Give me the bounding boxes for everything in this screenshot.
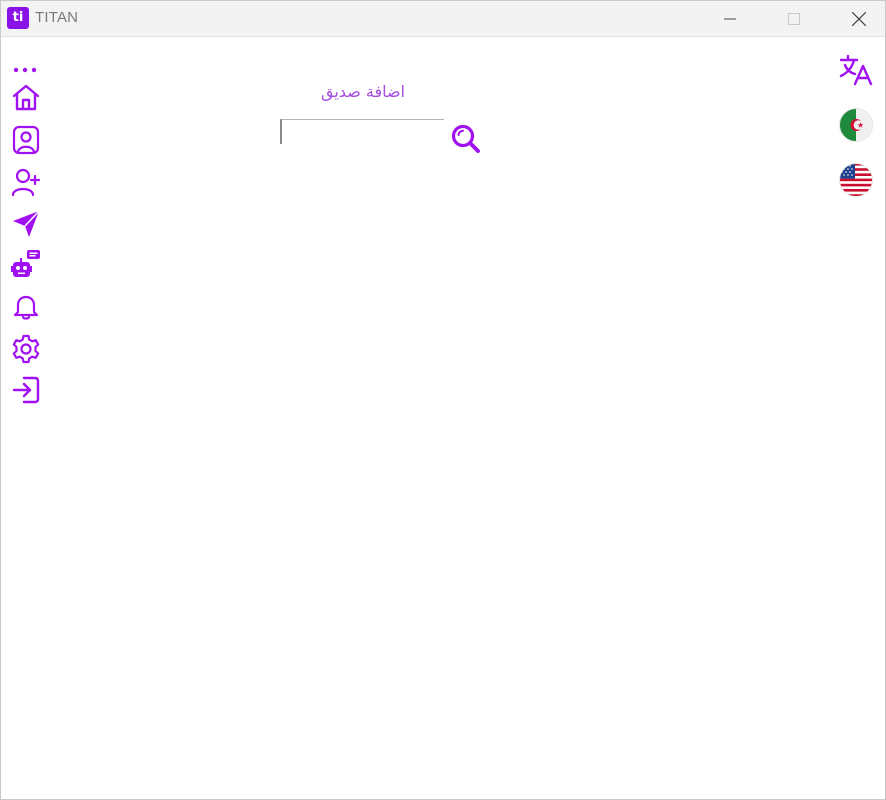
minimize-button[interactable] — [707, 1, 753, 36]
usa-flag-icon[interactable] — [838, 162, 874, 198]
title-bar[interactable]: ti TITAN — [1, 1, 885, 37]
main-content: اضافة صديق — [1, 37, 885, 799]
send-icon[interactable] — [10, 208, 42, 240]
close-icon — [852, 11, 866, 26]
more-dots-icon[interactable] — [10, 57, 42, 81]
maximize-icon — [788, 12, 800, 25]
home-icon[interactable] — [10, 82, 42, 114]
profile-icon[interactable] — [10, 124, 42, 156]
window-title: TITAN — [35, 9, 79, 26]
app-logo: ti — [7, 7, 29, 29]
logout-icon[interactable] — [10, 374, 42, 406]
chatbot-icon[interactable] — [10, 249, 42, 281]
friend-search-input[interactable] — [280, 119, 444, 144]
minimize-icon — [724, 18, 736, 19]
gear-icon[interactable] — [10, 333, 42, 365]
maximize-button[interactable] — [771, 1, 817, 36]
search-icon — [451, 124, 480, 153]
app-window: ti TITAN اضافة صديق — [0, 0, 886, 800]
search-button[interactable] — [450, 123, 482, 155]
bell-icon[interactable] — [10, 291, 42, 323]
algeria-flag-icon[interactable] — [838, 107, 874, 143]
translate-icon[interactable] — [838, 53, 874, 89]
add-friend-title: اضافة صديق — [321, 82, 405, 101]
close-button[interactable] — [836, 1, 882, 36]
add-user-icon[interactable] — [10, 166, 42, 198]
